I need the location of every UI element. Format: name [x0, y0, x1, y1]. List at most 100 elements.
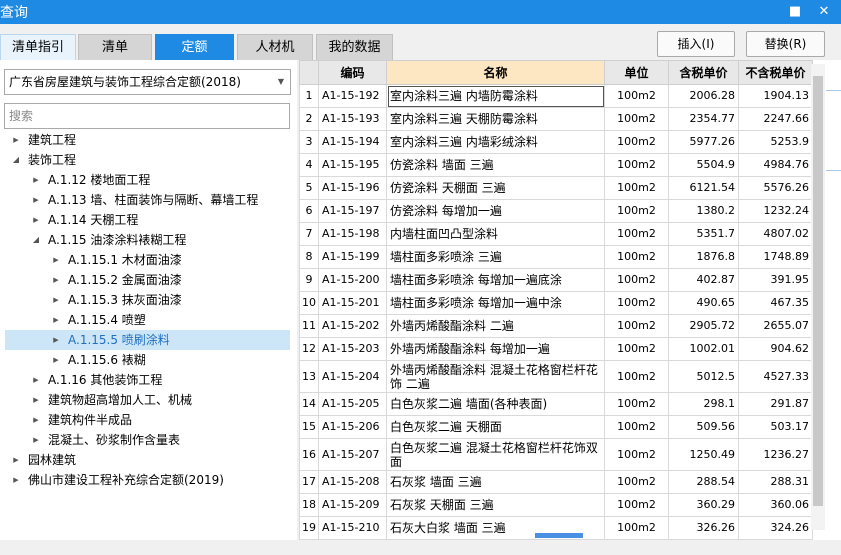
- search-input[interactable]: [4, 103, 290, 129]
- cell-price-with-tax[interactable]: 298.1: [668, 392, 739, 416]
- cell-unit[interactable]: 100m2: [604, 314, 669, 338]
- cell-price-with-tax[interactable]: 402.87: [668, 268, 739, 292]
- cell-price-without-tax[interactable]: 391.95: [738, 268, 813, 292]
- cell-price-without-tax[interactable]: 1232.24: [738, 199, 813, 223]
- cell-price-with-tax[interactable]: 288.54: [668, 470, 739, 494]
- cell-name[interactable]: 墙柱面多彩喷涂 每增加一遍中涂: [386, 291, 605, 315]
- cell-price-without-tax[interactable]: 2655.07: [738, 314, 813, 338]
- cell-name[interactable]: 白色灰浆二遍 墙面(各种表面): [386, 392, 605, 416]
- cell-price-without-tax[interactable]: 1748.89: [738, 245, 813, 269]
- collapsed-triangle-icon[interactable]: ▶: [30, 370, 42, 390]
- cell-unit[interactable]: 100m2: [604, 130, 669, 154]
- row-number[interactable]: 11: [299, 314, 319, 338]
- cell-price-with-tax[interactable]: 1250.49: [668, 438, 739, 471]
- cell-unit[interactable]: 100m2: [604, 337, 669, 361]
- cell-unit[interactable]: 100m2: [604, 222, 669, 246]
- row-number[interactable]: 12: [299, 337, 319, 361]
- cell-unit[interactable]: 100m2: [604, 415, 669, 439]
- collapsed-triangle-icon[interactable]: ▶: [30, 170, 42, 190]
- cell-price-without-tax[interactable]: 291.87: [738, 392, 813, 416]
- cell-unit[interactable]: 100m2: [604, 199, 669, 223]
- cell-price-without-tax[interactable]: 5253.9: [738, 130, 813, 154]
- row-number[interactable]: 16: [299, 438, 319, 471]
- cell-code[interactable]: A1-15-202: [318, 314, 387, 338]
- cell-code[interactable]: A1-15-192: [318, 84, 387, 108]
- cell-unit[interactable]: 100m2: [604, 153, 669, 177]
- restore-button[interactable]: ■: [785, 2, 805, 22]
- cell-code[interactable]: A1-15-196: [318, 176, 387, 200]
- cell-name[interactable]: 外墙丙烯酸酯涂料 混凝土花格窗栏杆花饰 二遍: [386, 360, 605, 393]
- cell-name[interactable]: 墙柱面多彩喷涂 每增加一遍底涂: [386, 268, 605, 292]
- insert-button[interactable]: 插入(I): [657, 31, 735, 57]
- cell-price-without-tax[interactable]: 1236.27: [738, 438, 813, 471]
- header-price-with-tax[interactable]: 含税单价: [668, 60, 739, 85]
- cell-unit[interactable]: 100m2: [604, 392, 669, 416]
- cell-name[interactable]: 墙柱面多彩喷涂 三遍: [386, 245, 605, 269]
- table-row[interactable]: 17 A1-15-208 石灰浆 墙面 三遍 100m2 288.54 288.31: [299, 470, 813, 494]
- collapsed-triangle-icon[interactable]: ▶: [50, 290, 62, 310]
- cell-price-without-tax[interactable]: 1904.13: [738, 84, 813, 108]
- cell-price-without-tax[interactable]: 4984.76: [738, 153, 813, 177]
- table-row[interactable]: 4 A1-15-195 仿瓷涂料 墙面 三遍 100m2 5504.9 4984.76: [299, 153, 813, 177]
- row-number[interactable]: 10: [299, 291, 319, 315]
- collapsed-triangle-icon[interactable]: ▶: [50, 330, 62, 350]
- row-number[interactable]: 1: [299, 84, 319, 108]
- cell-code[interactable]: A1-15-210: [318, 516, 387, 540]
- cell-unit[interactable]: 100m2: [604, 516, 669, 540]
- table-row[interactable]: 12 A1-15-203 外墙丙烯酸酯涂料 每增加一遍 100m2 1002.01 904…: [299, 337, 813, 361]
- row-number[interactable]: 19: [299, 516, 319, 540]
- cell-price-with-tax[interactable]: 509.56: [668, 415, 739, 439]
- row-number[interactable]: 2: [299, 107, 319, 131]
- row-number[interactable]: 14: [299, 392, 319, 416]
- cell-unit[interactable]: 100m2: [604, 291, 669, 315]
- tab-materials[interactable]: 人材机: [237, 34, 313, 60]
- table-row[interactable]: 11 A1-15-202 外墙丙烯酸酯涂料 二遍 100m2 2905.72 2655.0…: [299, 314, 813, 338]
- cell-name[interactable]: 白色灰浆二遍 天棚面: [386, 415, 605, 439]
- header-unit[interactable]: 单位: [604, 60, 669, 85]
- row-number[interactable]: 5: [299, 176, 319, 200]
- table-row[interactable]: 13 A1-15-204 外墙丙烯酸酯涂料 混凝土花格窗栏杆花饰 二遍 100m2 50…: [299, 360, 813, 393]
- row-number[interactable]: 8: [299, 245, 319, 269]
- cell-unit[interactable]: 100m2: [604, 268, 669, 292]
- cell-price-with-tax[interactable]: 1876.8: [668, 245, 739, 269]
- cell-price-with-tax[interactable]: 490.65: [668, 291, 739, 315]
- cell-unit[interactable]: 100m2: [604, 245, 669, 269]
- cell-name[interactable]: 石灰浆 天棚面 三遍: [386, 493, 605, 517]
- cell-price-with-tax[interactable]: 2006.28: [668, 84, 739, 108]
- table-row[interactable]: 18 A1-15-209 石灰浆 天棚面 三遍 100m2 360.29 360.06: [299, 493, 813, 517]
- table-row[interactable]: 14 A1-15-205 白色灰浆二遍 墙面(各种表面) 100m2 298.1 291.…: [299, 392, 813, 416]
- table-row[interactable]: 5 A1-15-196 仿瓷涂料 天棚面 三遍 100m2 6121.54 5576.26: [299, 176, 813, 200]
- cell-price-without-tax[interactable]: 288.31: [738, 470, 813, 494]
- collapsed-triangle-icon[interactable]: ▶: [50, 250, 62, 270]
- cell-price-with-tax[interactable]: 1380.2: [668, 199, 739, 223]
- cell-code[interactable]: A1-15-197: [318, 199, 387, 223]
- row-number[interactable]: 6: [299, 199, 319, 223]
- row-number[interactable]: 3: [299, 130, 319, 154]
- tab-list-guide[interactable]: 清单指引: [0, 34, 76, 60]
- cell-price-without-tax[interactable]: 467.35: [738, 291, 813, 315]
- cell-name[interactable]: 室内涂料三遍 内墙彩绒涂料: [386, 130, 605, 154]
- cell-unit[interactable]: 100m2: [604, 107, 669, 131]
- cell-unit[interactable]: 100m2: [604, 176, 669, 200]
- collapsed-triangle-icon[interactable]: ▶: [30, 410, 42, 430]
- cell-price-without-tax[interactable]: 4527.33: [738, 360, 813, 393]
- collapsed-triangle-icon[interactable]: ▶: [30, 390, 42, 410]
- quota-library-select[interactable]: 广东省房屋建筑与装饰工程综合定额(2018) ▼: [4, 69, 291, 95]
- cell-code[interactable]: A1-15-209: [318, 493, 387, 517]
- cell-unit[interactable]: 100m2: [604, 438, 669, 471]
- tab-quota[interactable]: 定额: [155, 34, 234, 60]
- collapsed-triangle-icon[interactable]: ▶: [10, 470, 22, 490]
- chevron-down-icon[interactable]: ▼: [278, 70, 284, 94]
- cell-price-without-tax[interactable]: 5576.26: [738, 176, 813, 200]
- collapsed-triangle-icon[interactable]: ▶: [50, 310, 62, 330]
- cell-price-without-tax[interactable]: 904.62: [738, 337, 813, 361]
- replace-button[interactable]: 替换(R): [746, 31, 825, 57]
- cell-code[interactable]: A1-15-201: [318, 291, 387, 315]
- collapsed-triangle-icon[interactable]: ▶: [30, 430, 42, 450]
- collapsed-triangle-icon[interactable]: ▶: [10, 450, 22, 470]
- collapsed-triangle-icon[interactable]: ▶: [30, 190, 42, 210]
- cell-name[interactable]: 室内涂料三遍 内墙防霉涂料: [386, 84, 605, 108]
- row-number[interactable]: 4: [299, 153, 319, 177]
- cell-code[interactable]: A1-15-203: [318, 337, 387, 361]
- cell-code[interactable]: A1-15-195: [318, 153, 387, 177]
